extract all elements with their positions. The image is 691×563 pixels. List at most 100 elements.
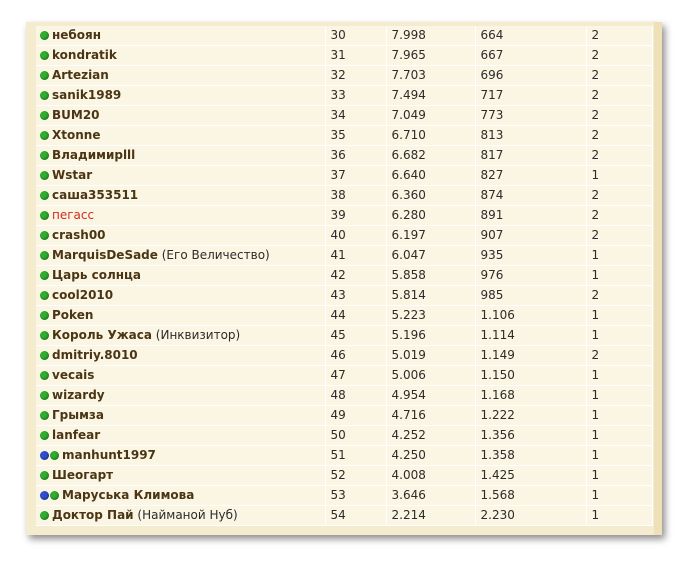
score-cell: 4.008 <box>386 465 476 486</box>
online-status-dot-icon <box>40 311 49 320</box>
player-name-link[interactable]: vecais <box>52 368 94 382</box>
table-row: manhunt1997 51 4.250 1.358 1 <box>36 445 653 466</box>
table-row: cool2010 43 5.814 985 2 <box>36 285 653 306</box>
place-cell: 53 <box>325 485 387 506</box>
count-cell: 1.568 <box>475 485 587 506</box>
level-cell: 1 <box>586 325 653 346</box>
online-status-dot-icon <box>40 191 49 200</box>
online-status-dot-icon <box>40 131 49 140</box>
player-cell: Царь солнца <box>36 265 326 286</box>
level-cell: 2 <box>586 205 653 226</box>
player-cell: Грымза <box>36 405 326 426</box>
level-cell: 1 <box>586 445 653 466</box>
table-row: Владимирlll 36 6.682 817 2 <box>36 145 653 166</box>
level-cell: 2 <box>586 345 653 366</box>
level-cell: 1 <box>586 365 653 386</box>
player-name-link[interactable]: wizardy <box>52 388 105 402</box>
player-name-link[interactable]: lanfear <box>52 428 100 442</box>
count-cell: 1.114 <box>475 325 587 346</box>
place-cell: 38 <box>325 185 387 206</box>
level-cell: 2 <box>586 65 653 86</box>
count-cell: 817 <box>475 145 587 166</box>
player-name-link[interactable]: пегасс <box>52 208 94 222</box>
player-name-link[interactable]: kondratik <box>52 48 117 62</box>
count-cell: 985 <box>475 285 587 306</box>
score-cell: 6.197 <box>386 225 476 246</box>
player-name-link[interactable]: sanik1989 <box>52 88 121 102</box>
player-name-link[interactable]: dmitriy.8010 <box>52 348 138 362</box>
online-status-dot-icon <box>40 351 49 360</box>
player-name-link[interactable]: Царь солнца <box>52 268 141 282</box>
player-cell: Владимирlll <box>36 145 326 166</box>
player-name-link[interactable]: Грымза <box>52 408 104 422</box>
place-cell: 54 <box>325 505 387 526</box>
score-cell: 7.703 <box>386 65 476 86</box>
player-name-link[interactable]: cool2010 <box>52 288 113 302</box>
place-cell: 31 <box>325 45 387 66</box>
count-cell: 717 <box>475 85 587 106</box>
online-status-dot-icon <box>40 91 49 100</box>
place-cell: 49 <box>325 405 387 426</box>
online-status-dot-icon <box>40 31 49 40</box>
table-row: Artezian 32 7.703 696 2 <box>36 65 653 86</box>
rating-table: небоян 30 7.998 664 2 kondratik 31 7.965 667 2 Art… <box>36 26 653 526</box>
player-cell: Маруська Климова <box>36 485 326 506</box>
score-cell: 5.196 <box>386 325 476 346</box>
player-cell: Artezian <box>36 65 326 86</box>
player-cell: саша353511 <box>36 185 326 206</box>
player-name-link[interactable]: manhunt1997 <box>62 448 156 462</box>
player-name-link[interactable]: саша353511 <box>52 188 138 202</box>
player-cell: wizardy <box>36 385 326 406</box>
table-row: Грымза 49 4.716 1.222 1 <box>36 405 653 426</box>
level-cell: 1 <box>586 265 653 286</box>
online-status-dot-icon <box>50 451 59 460</box>
player-name-link[interactable]: Wstar <box>52 168 92 182</box>
count-cell: 1.358 <box>475 445 587 466</box>
score-cell: 6.280 <box>386 205 476 226</box>
score-cell: 4.954 <box>386 385 476 406</box>
table-row: MarquisDeSade (Его Величество) 41 6.047 935… <box>36 245 653 266</box>
player-name-link[interactable]: Король Ужаса <box>52 328 152 342</box>
count-cell: 935 <box>475 245 587 266</box>
player-name-link[interactable]: MarquisDeSade <box>52 248 158 262</box>
level-cell: 1 <box>586 425 653 446</box>
level-cell: 2 <box>586 145 653 166</box>
online-status-dot-icon <box>40 371 49 380</box>
online-status-dot-icon <box>40 511 49 520</box>
table-row: BUM20 34 7.049 773 2 <box>36 105 653 126</box>
player-name-link[interactable]: Artezian <box>52 68 109 82</box>
table-row: lanfear 50 4.252 1.356 1 <box>36 425 653 446</box>
count-cell: 1.425 <box>475 465 587 486</box>
place-cell: 40 <box>325 225 387 246</box>
player-name-link[interactable]: Доктор Пай <box>52 508 134 522</box>
player-cell: manhunt1997 <box>36 445 326 466</box>
player-name-link[interactable]: BUM20 <box>52 108 100 122</box>
online-status-dot-icon <box>40 151 49 160</box>
score-cell: 5.019 <box>386 345 476 366</box>
player-name-link[interactable]: Владимирlll <box>52 148 135 162</box>
table-row: Xtonne 35 6.710 813 2 <box>36 125 653 146</box>
count-cell: 1.222 <box>475 405 587 426</box>
player-name-link[interactable]: Маруська Климова <box>62 488 194 502</box>
count-cell: 907 <box>475 225 587 246</box>
place-cell: 30 <box>325 26 387 46</box>
player-name-link[interactable]: небоян <box>52 28 101 42</box>
score-cell: 7.494 <box>386 85 476 106</box>
player-name-link[interactable]: Poken <box>52 308 93 322</box>
level-cell: 1 <box>586 305 653 326</box>
level-cell: 2 <box>586 45 653 66</box>
score-cell: 7.965 <box>386 45 476 66</box>
place-cell: 44 <box>325 305 387 326</box>
place-cell: 37 <box>325 165 387 186</box>
player-title: (Инквизитор) <box>155 328 241 342</box>
player-name-link[interactable]: Шеогарт <box>52 468 113 482</box>
level-cell: 2 <box>586 26 653 46</box>
player-name-link[interactable]: Xtonne <box>52 128 100 142</box>
count-cell: 696 <box>475 65 587 86</box>
table-row: саша353511 38 6.360 874 2 <box>36 185 653 206</box>
table-row: Маруська Климова 53 3.646 1.568 1 <box>36 485 653 506</box>
player-name-link[interactable]: crash00 <box>52 228 106 242</box>
score-cell: 5.223 <box>386 305 476 326</box>
table-row: sanik1989 33 7.494 717 2 <box>36 85 653 106</box>
player-cell: небоян <box>36 26 326 46</box>
